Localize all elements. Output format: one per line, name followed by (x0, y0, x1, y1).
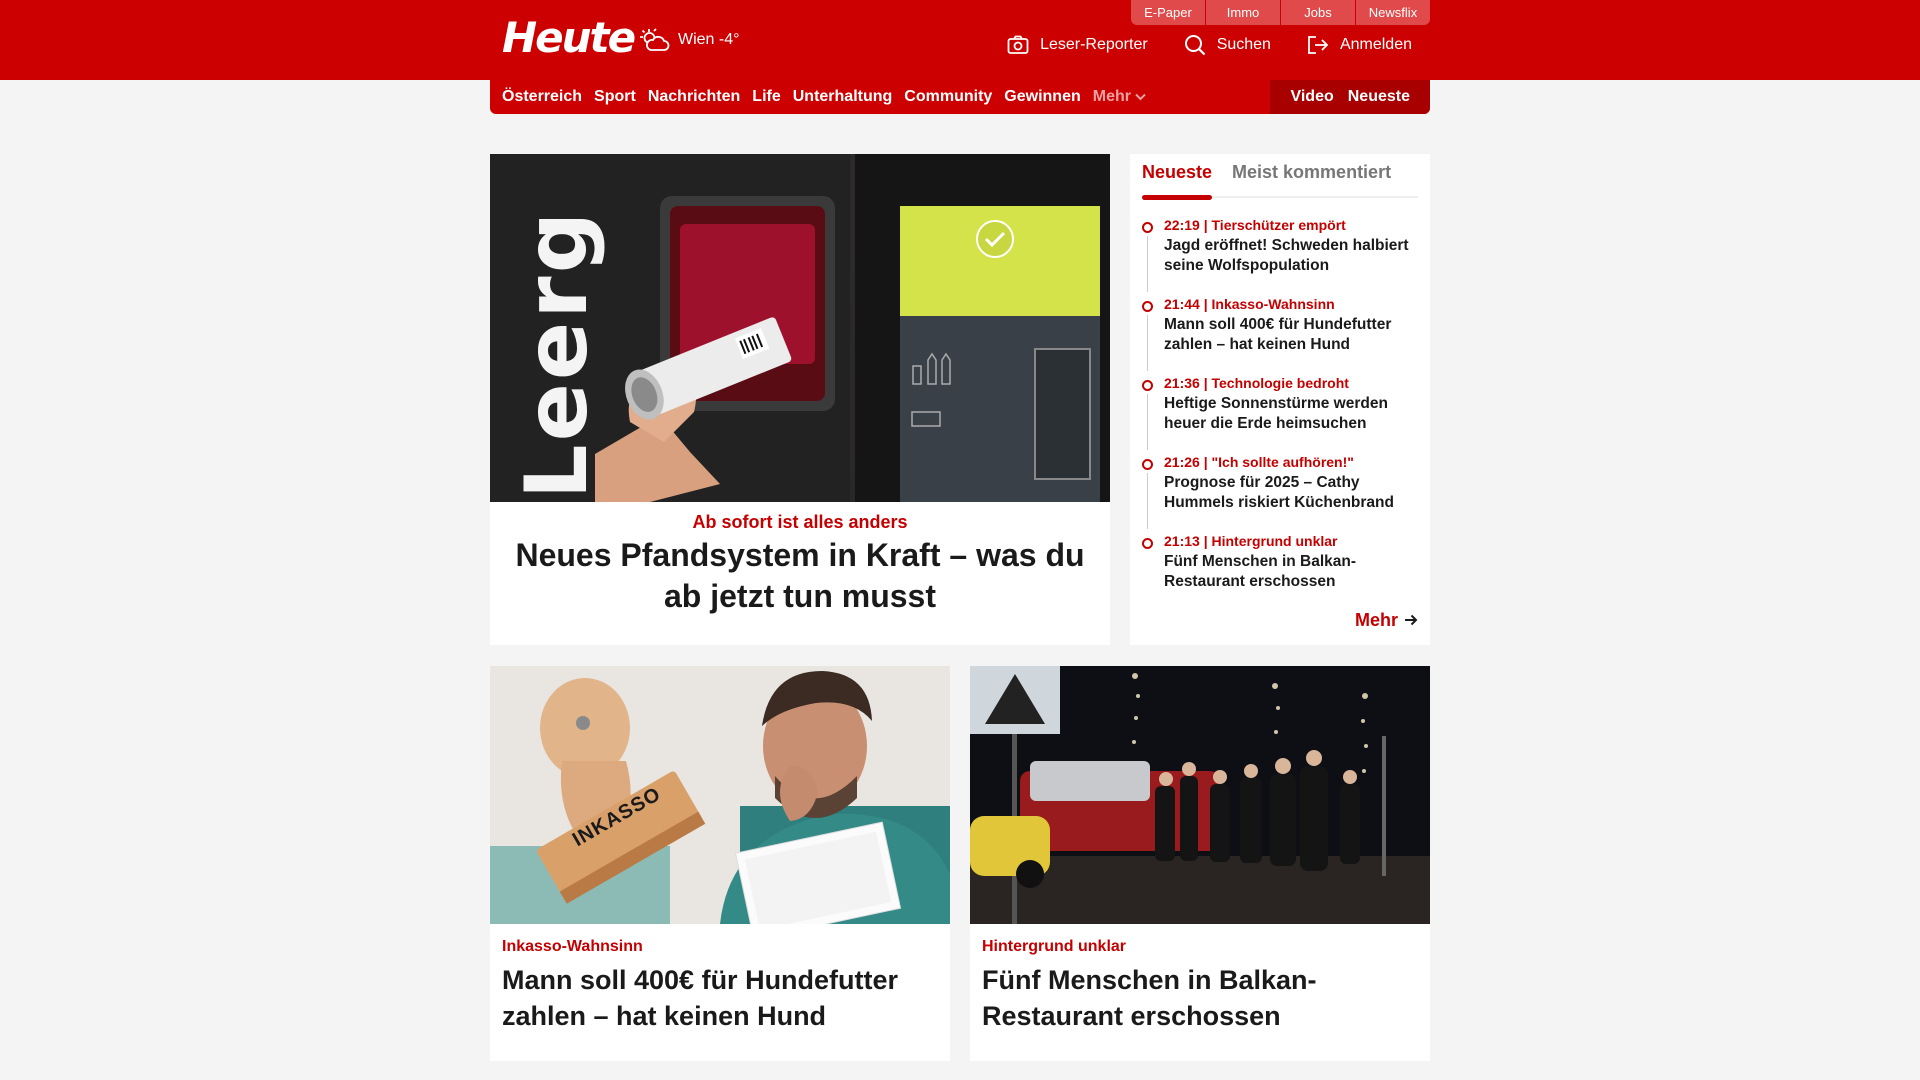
search-label: Suchen (1216, 36, 1271, 53)
timeline-meta: 21:26 | "Ich sollte aufhören!" (1164, 454, 1354, 470)
tab-newsflix[interactable]: Newsflix (1356, 0, 1430, 25)
timeline-dot-icon (1142, 222, 1153, 233)
main-navigation: Österreich Sport Nachrichten Life Unterh… (490, 80, 1430, 114)
hero-image-text: Leerg (507, 208, 608, 500)
card-image-balkan[interactable] (970, 666, 1430, 924)
latest-news-sidebar: Neueste Meist kommentiert 22:19 | Tiersc… (1130, 154, 1430, 645)
timeline-dot-icon (1142, 538, 1153, 549)
timeline-title[interactable]: Jagd eröffnet! Schweden halbiert seine W… (1164, 236, 1418, 276)
timeline-item[interactable]: 21:26 | "Ich sollte aufhören!" Prognose … (1142, 453, 1418, 532)
hero-article[interactable]: Leerg Ab sofort ist alles anders Neues P… (490, 154, 1110, 645)
nav-item-oesterreich[interactable]: Österreich (502, 88, 582, 106)
nav-item-life[interactable]: Life (752, 88, 780, 106)
tab-neueste[interactable]: Neueste (1142, 162, 1213, 200)
timeline-item[interactable]: 22:19 | Tierschützer empört Jagd eröffne… (1142, 216, 1418, 295)
hero-image[interactable]: Leerg (490, 154, 1110, 502)
timeline-item[interactable]: 21:44 | Inkasso-Wahnsinn Mann soll 400€ … (1142, 295, 1418, 374)
nav-item-sport[interactable]: Sport (594, 88, 636, 106)
timeline-dot-icon (1142, 380, 1153, 391)
sidebar-more-link[interactable]: Mehr (1355, 610, 1418, 631)
sidebar-tabs: Neueste Meist kommentiert (1142, 154, 1418, 200)
tab-epaper[interactable]: E-Paper (1131, 0, 1205, 25)
timeline-title[interactable]: Heftige Sonnenstürme werden heuer die Er… (1164, 394, 1418, 434)
chevron-down-icon (1135, 88, 1146, 106)
leser-reporter-link[interactable]: Leser-Reporter (1007, 34, 1148, 56)
timeline-title[interactable]: Prognose für 2025 – Cathy Hummels riskie… (1164, 473, 1418, 513)
utility-links: Leser-Reporter Suchen Anmelden (1007, 34, 1412, 56)
article-card-inkasso[interactable]: INKASSO Inkasso-Wahnsinn Mann soll 400€ … (490, 666, 950, 1061)
search-icon (1184, 34, 1206, 56)
card-headline[interactable]: Fünf Menschen in Balkan-Restaurant ersch… (982, 962, 1418, 1034)
weather-text: Wien -4° (678, 31, 740, 48)
cloud-sun-icon (640, 28, 670, 52)
tab-meist-kommentiert[interactable]: Meist kommentiert (1232, 162, 1391, 198)
heute-logo[interactable]: Heute (502, 16, 636, 60)
timeline-item[interactable]: 21:36 | Technologie bedroht Heftige Sonn… (1142, 374, 1418, 453)
timeline-meta: 21:13 | Hintergrund unklar (1164, 533, 1338, 549)
article-card-balkan[interactable]: Hintergrund unklar Fünf Menschen in Balk… (970, 666, 1430, 1061)
timeline-title[interactable]: Fünf Menschen in Balkan-Restaurant ersch… (1164, 552, 1418, 592)
header-inner: Heute Wien -4° E-Paper Immo Jobs Newsfli… (490, 0, 1430, 80)
login-label: Anmelden (1339, 36, 1412, 53)
timeline-line (1147, 473, 1148, 529)
utility-tabs: E-Paper Immo Jobs Newsflix (1130, 0, 1430, 25)
timeline-line (1147, 236, 1148, 292)
card-kicker[interactable]: Inkasso-Wahnsinn (502, 938, 938, 956)
timeline-line (1147, 315, 1148, 371)
card-kicker[interactable]: Hintergrund unklar (982, 938, 1418, 956)
camera-icon (1007, 35, 1029, 55)
nav-more-dropdown[interactable]: Mehr (1093, 88, 1146, 106)
nav-item-community[interactable]: Community (904, 88, 992, 106)
timeline-title[interactable]: Mann soll 400€ für Hundefutter zahlen – … (1164, 315, 1418, 355)
hero-headline[interactable]: Neues Pfandsystem in Kraft – was du ab j… (490, 535, 1110, 617)
nav-item-nachrichten[interactable]: Nachrichten (648, 88, 740, 106)
arrow-right-icon (1404, 610, 1418, 631)
sidebar-more-label: Mehr (1354, 610, 1398, 630)
login-link[interactable]: Anmelden (1307, 34, 1412, 56)
leser-reporter-label: Leser-Reporter (1040, 36, 1148, 53)
news-timeline: 22:19 | Tierschützer empört Jagd eröffne… (1142, 216, 1418, 611)
timeline-meta: 22:19 | Tierschützer empört (1164, 217, 1346, 233)
card-image-inkasso[interactable]: INKASSO (490, 666, 950, 924)
nav-right-group: Video Neueste (1270, 80, 1430, 114)
tab-jobs[interactable]: Jobs (1281, 0, 1355, 25)
search-link[interactable]: Suchen (1184, 34, 1271, 56)
nav-item-gewinnen[interactable]: Gewinnen (1004, 88, 1080, 106)
nav-item-unterhaltung[interactable]: Unterhaltung (793, 88, 893, 106)
timeline-dot-icon (1142, 301, 1153, 312)
timeline-meta: 21:36 | Technologie bedroht (1164, 375, 1349, 391)
timeline-item[interactable]: 21:13 | Hintergrund unklar Fünf Menschen… (1142, 532, 1418, 611)
timeline-meta: 21:44 | Inkasso-Wahnsinn (1164, 296, 1335, 312)
top-bar: Heute Wien -4° E-Paper Immo Jobs Newsfli… (0, 0, 1920, 80)
timeline-dot-icon (1142, 459, 1153, 470)
nav-item-video[interactable]: Video (1290, 88, 1333, 106)
tab-immo[interactable]: Immo (1206, 0, 1280, 25)
weather-widget[interactable]: Wien -4° (640, 28, 740, 52)
nav-item-neueste[interactable]: Neueste (1348, 88, 1410, 106)
login-icon (1307, 35, 1329, 55)
hero-kicker[interactable]: Ab sofort ist alles anders (490, 512, 1110, 533)
card-headline[interactable]: Mann soll 400€ für Hundefutter zahlen – … (502, 962, 938, 1034)
timeline-line (1147, 394, 1148, 450)
nav-more-label: Mehr (1092, 88, 1131, 105)
